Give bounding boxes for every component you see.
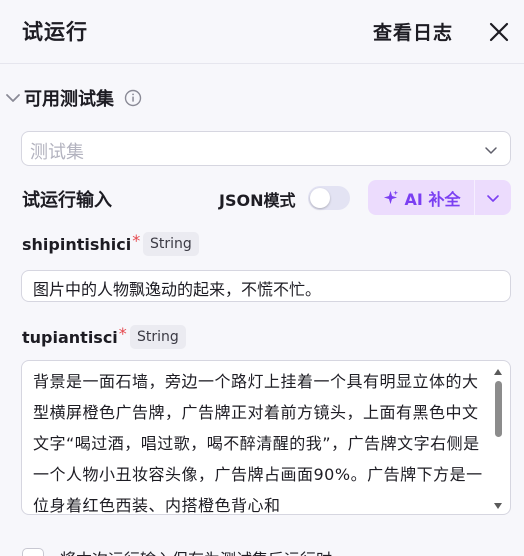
textarea-content: 背景是一面石墙，旁边一个路灯上挂着一个具有明显立体的大型横屏橙色广告牌，广告牌正… bbox=[33, 372, 483, 515]
view-log-button[interactable]: 查看日志 bbox=[373, 18, 453, 45]
field-type-tag: String bbox=[130, 325, 186, 349]
info-icon[interactable] bbox=[124, 89, 142, 107]
tupiantisci-textarea[interactable]: 背景是一面石墙，旁边一个路灯上挂着一个具有明显立体的大型横屏橙色广告牌，广告牌正… bbox=[21, 360, 511, 515]
dataset-section-title: 可用测试集 bbox=[24, 89, 114, 110]
save-as-dataset-label[interactable]: 将本次运行输入保存为测试集后运行时 bbox=[60, 546, 332, 556]
scrollbar-thumb[interactable] bbox=[495, 381, 502, 437]
dataset-select-placeholder: 测试集 bbox=[30, 142, 84, 163]
toggle-knob bbox=[310, 188, 330, 208]
field-name: tupiantisci* bbox=[22, 324, 127, 347]
json-mode-label: JSON模式 bbox=[219, 191, 296, 210]
ai-complete-dropdown[interactable] bbox=[475, 180, 511, 215]
close-icon[interactable] bbox=[487, 20, 511, 44]
json-mode-toggle[interactable] bbox=[308, 186, 350, 210]
field-name-text: tupiantisci bbox=[22, 328, 118, 347]
chevron-down-icon bbox=[487, 194, 499, 202]
panel-title: 试运行 bbox=[22, 20, 88, 44]
dataset-section-toggle[interactable]: 可用测试集 bbox=[0, 84, 300, 112]
field-name: shipintishici* bbox=[22, 231, 140, 254]
run-input-label: 试运行输入 bbox=[22, 190, 112, 211]
ai-complete-button-group: AI 补全 bbox=[368, 180, 511, 215]
required-mark: * bbox=[132, 231, 141, 250]
field-type-tag: String bbox=[143, 232, 199, 256]
save-as-dataset-checkbox[interactable] bbox=[22, 548, 44, 556]
ai-complete-label: AI 补全 bbox=[404, 189, 461, 209]
shipintishici-input[interactable]: 图片中的人物飘逸动的起来，不慌不忙。 bbox=[21, 270, 511, 302]
dataset-select[interactable]: 测试集 bbox=[21, 131, 511, 166]
chevron-down-icon bbox=[2, 87, 24, 109]
panel-header: 试运行 查看日志 bbox=[0, 0, 524, 64]
chevron-down-icon bbox=[484, 142, 498, 156]
sparkle-icon bbox=[383, 190, 398, 205]
required-mark: * bbox=[118, 324, 127, 343]
ai-complete-button[interactable]: AI 补全 bbox=[368, 180, 474, 215]
scroll-down-arrow[interactable] bbox=[493, 502, 503, 510]
field-name-text: shipintishici bbox=[22, 235, 132, 254]
scroll-up-arrow[interactable] bbox=[493, 368, 503, 376]
